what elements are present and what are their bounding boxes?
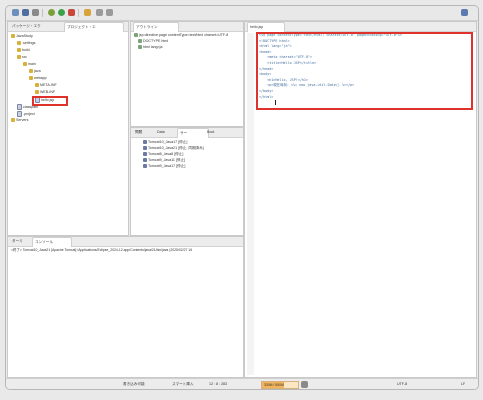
server-icon xyxy=(143,152,147,157)
element-icon xyxy=(138,45,142,50)
project-explorer: パッケージ・エク プロジェクト・エ JavaStudy .settings bu… xyxy=(7,21,129,236)
highlight-code xyxy=(256,32,473,110)
tree-item-build[interactable]: build xyxy=(17,48,30,53)
status-writable: 書き込み可能 xyxy=(123,382,145,386)
tree-item-java[interactable]: java xyxy=(29,69,41,74)
folder-icon xyxy=(17,48,21,53)
tab-hello-jsp[interactable]: hello.jsp xyxy=(247,22,285,32)
servers-view: 問題 Data サー Boot Tomcat10_Java17 [停止] Tom… xyxy=(130,127,244,236)
trash-icon[interactable] xyxy=(301,381,308,388)
tab-package-explorer[interactable]: パッケージ・エク xyxy=(10,22,66,31)
outline-row[interactable]: jsp:directive.page contentType=text/html… xyxy=(134,33,242,38)
tree-item-project-file[interactable]: .project xyxy=(17,111,35,117)
forward-icon[interactable] xyxy=(106,9,113,16)
main-toolbar xyxy=(6,6,478,21)
folder-icon xyxy=(11,118,15,123)
folder-icon xyxy=(29,69,33,74)
tab-terminal[interactable]: ターミ xyxy=(10,237,34,246)
tree-item-servers[interactable]: Servers xyxy=(11,118,28,123)
console-output: <終了> Tomcat10_Java21 [Apache Tomcat] /Ap… xyxy=(11,248,193,252)
file-icon xyxy=(17,111,22,117)
folder-icon xyxy=(35,83,39,88)
server-icon xyxy=(143,146,147,151)
perspective-icon[interactable] xyxy=(461,9,468,16)
run-icon[interactable] xyxy=(58,9,65,16)
tab-data[interactable]: Data xyxy=(155,128,179,137)
outline-row[interactable]: html lang=ja xyxy=(138,45,162,50)
tab-boot[interactable]: Boot xyxy=(205,128,231,137)
tree-item-meta-inf[interactable]: META-INF xyxy=(35,83,57,88)
tab-problems[interactable]: 問題 xyxy=(133,128,157,137)
server-item[interactable]: Tomcat10_Java21 [停止, 同期済み] xyxy=(143,146,204,151)
folder-icon xyxy=(17,55,21,60)
outline-row[interactable]: DOCTYPE html xyxy=(138,39,168,44)
project-icon xyxy=(11,34,15,39)
status-encoding: UTF-8 xyxy=(397,382,408,386)
save-icon[interactable] xyxy=(22,9,29,16)
server-item[interactable]: Tomcat10_Java17 [停止] xyxy=(143,140,187,145)
back-icon[interactable] xyxy=(96,9,103,16)
tree-item-main[interactable]: main xyxy=(23,62,36,67)
tab-console[interactable]: コンソール xyxy=(32,237,72,247)
tree-item-settings[interactable]: .settings xyxy=(17,41,35,46)
server-icon[interactable] xyxy=(68,9,75,16)
server-item[interactable]: Tomcat8_Java8 [停止] xyxy=(143,152,183,157)
memory-bar-label: 330M / 550M xyxy=(264,383,284,387)
tree-item-webapp[interactable]: webapp xyxy=(29,76,47,81)
status-insert-mode: スマート挿入 xyxy=(172,382,194,386)
file-icon xyxy=(17,104,22,110)
editor-ruler xyxy=(247,33,254,375)
outline-view: アウトライン jsp:directive.page contentType=te… xyxy=(130,21,244,127)
status-bar: 書き込み可能 スマート挿入 12 : 8 : 283 330M / 550M U… xyxy=(6,378,478,389)
folder-icon xyxy=(35,90,39,95)
editor-tabbar: hello.jsp xyxy=(245,22,476,32)
tree-item-project[interactable]: JavaStudy xyxy=(11,34,33,39)
highlight-hello-jsp xyxy=(32,96,68,106)
folder-icon xyxy=(23,62,27,67)
status-cursor-position: 12 : 8 : 283 xyxy=(209,382,227,386)
debug-icon[interactable] xyxy=(48,9,55,16)
tree-item-web-inf[interactable]: WEB-INF xyxy=(35,90,55,95)
server-item[interactable]: Tomcat9_Java11 [停止] xyxy=(143,158,185,163)
directive-icon xyxy=(134,33,138,38)
eclipse-window: パッケージ・エク プロジェクト・エ JavaStudy .settings bu… xyxy=(5,5,479,390)
server-icon xyxy=(143,158,147,163)
print-icon[interactable] xyxy=(32,9,39,16)
console-view: ターミ コンソール <終了> Tomcat10_Java21 [Apache T… xyxy=(7,236,244,378)
new-icon[interactable] xyxy=(12,9,19,16)
search-icon[interactable] xyxy=(84,9,91,16)
servers-tabbar: 問題 Data サー Boot xyxy=(131,128,243,138)
memory-bar[interactable]: 330M / 550M xyxy=(261,381,299,389)
folder-icon xyxy=(29,76,33,81)
tree-item-src[interactable]: src xyxy=(17,55,27,60)
server-item[interactable]: Tomcat9_Java17 [停止] xyxy=(143,164,185,169)
server-icon xyxy=(143,164,147,169)
console-tabbar: ターミ コンソール xyxy=(8,237,243,247)
tab-outline[interactable]: アウトライン xyxy=(133,22,179,32)
explorer-tabbar: パッケージ・エク プロジェクト・エ xyxy=(8,22,128,32)
folder-icon xyxy=(17,41,21,46)
server-icon xyxy=(143,140,147,145)
toolbar-separator xyxy=(42,9,43,17)
status-line-separator: LF xyxy=(461,382,466,386)
toolbar-separator xyxy=(78,9,79,17)
doctype-icon xyxy=(138,39,142,44)
editor: hello.jsp <%@ page contentType="text/htm… xyxy=(244,21,477,378)
outline-tabbar: アウトライン xyxy=(131,22,243,32)
tab-project-explorer[interactable]: プロジェクト・エ xyxy=(64,22,124,32)
